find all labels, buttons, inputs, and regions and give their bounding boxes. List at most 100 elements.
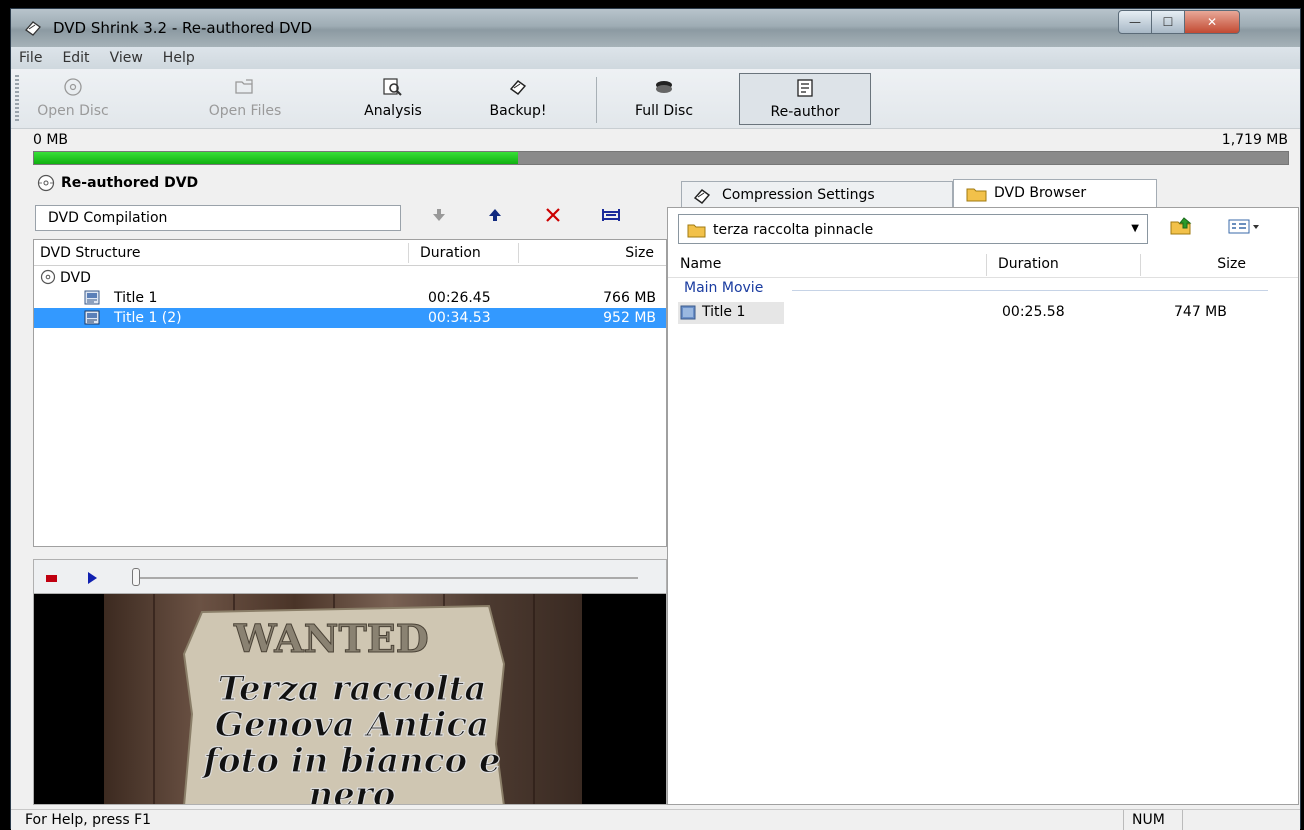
tab-dvd-browser-label: DVD Browser — [994, 185, 1087, 201]
toolbar-separator — [596, 77, 597, 123]
folder-icon — [966, 186, 988, 206]
video-preview: WANTED Terza raccolta Genova Antica foto… — [33, 593, 667, 805]
folder-dropdown-value: terza raccolta pinnacle — [713, 222, 874, 238]
window-title: DVD Shrink 3.2 - Re-authored DVD — [53, 19, 313, 37]
folder-dropdown[interactable]: terza raccolta pinnacle ▼ — [678, 214, 1148, 244]
panel-title: Re-authored DVD — [61, 175, 199, 191]
backup-icon — [477, 77, 559, 101]
wanted-sign-text: WANTED — [233, 616, 429, 661]
row-name: Title 1 — [114, 290, 158, 306]
group-header-main-movie: Main Movie — [684, 280, 764, 296]
re-authored-panel: Re-authored DVD DVD Compilation DVD Stru… — [33, 169, 667, 805]
compilation-name-field[interactable]: DVD Compilation — [35, 205, 401, 231]
dvd-shrink-app-icon — [25, 21, 41, 36]
tab-compression-settings[interactable]: Compression Settings — [681, 181, 953, 209]
col-duration[interactable]: Duration — [998, 256, 1059, 272]
disc-icon — [33, 77, 113, 101]
col-dvd-structure[interactable]: DVD Structure — [40, 245, 140, 261]
size-min-label: 0 MB — [33, 132, 69, 148]
compression-icon — [692, 187, 714, 209]
dvd-structure-list[interactable]: DVD Structure Duration Size DVD Title 1 … — [33, 239, 667, 547]
status-bar: For Help, press F1 NUM — [11, 809, 1300, 830]
status-message: For Help, press F1 — [25, 812, 152, 828]
tab-compression-label: Compression Settings — [722, 187, 875, 203]
dvd-structure-header: DVD Structure Duration Size — [34, 240, 666, 266]
folder-icon — [687, 221, 707, 243]
col-name[interactable]: Name — [680, 256, 721, 272]
arrow-up-icon — [488, 207, 502, 228]
toolbar-grip[interactable] — [15, 75, 19, 123]
col-size[interactable]: Size — [1217, 256, 1246, 272]
seek-track[interactable] — [138, 577, 638, 579]
open-files-label: Open Files — [208, 103, 282, 119]
dropdown-arrow-icon: ▼ — [1131, 223, 1139, 234]
maximize-button[interactable]: ☐ — [1151, 10, 1185, 34]
backup-button[interactable]: Backup! — [477, 73, 559, 125]
close-button[interactable]: ✕ — [1184, 10, 1240, 34]
open-disc-button[interactable]: Open Disc — [33, 73, 113, 125]
tree-root-dvd[interactable]: DVD — [34, 268, 666, 288]
num-lock-indicator: NUM — [1123, 810, 1183, 830]
move-up-button[interactable] — [483, 207, 507, 228]
browser-list[interactable]: terza raccolta pinnacle ▼ Name Duration … — [667, 207, 1299, 805]
size-max-label: 1,719 MB — [1221, 132, 1288, 148]
row-name: Title 1 (2) — [114, 310, 182, 326]
analysis-label: Analysis — [364, 103, 422, 119]
title-bar[interactable]: DVD Shrink 3.2 - Re-authored DVD — ☐ ✕ — [11, 9, 1300, 47]
edit-title-button[interactable] — [599, 207, 623, 228]
menu-help[interactable]: Help — [163, 50, 195, 66]
table-row[interactable]: Title 1 00:25.58 747 MB — [668, 302, 1298, 324]
title-icon — [84, 310, 100, 329]
group-divider — [792, 290, 1268, 291]
delete-x-icon — [545, 207, 561, 228]
browser-column-header: Name Duration Size — [668, 252, 1298, 278]
backup-label: Backup! — [489, 103, 547, 119]
table-row[interactable]: Title 1 00:26.45 766 MB — [34, 288, 666, 308]
dvd-root-icon — [40, 269, 56, 289]
player-controls — [33, 559, 667, 593]
size-bar: 0 MB 1,719 MB — [11, 129, 1300, 151]
open-disc-label: Open Disc — [37, 103, 109, 119]
menu-bar: File Edit View Help — [11, 47, 1300, 69]
edit-range-icon — [601, 207, 621, 228]
video-caption-line-2: Genova Antica — [215, 705, 489, 745]
menu-view[interactable]: View — [110, 50, 143, 66]
row-name: Title 1 — [702, 304, 746, 320]
delete-title-button[interactable] — [541, 207, 565, 228]
table-row-selected[interactable]: Title 1 (2) 00:34.53 952 MB — [34, 308, 666, 328]
move-down-button[interactable] — [427, 207, 451, 228]
full-disc-icon — [619, 77, 709, 101]
col-duration[interactable]: Duration — [420, 245, 481, 261]
re-author-button[interactable]: Re-author — [739, 73, 871, 125]
tab-dvd-browser[interactable]: DVD Browser — [953, 179, 1157, 209]
arrow-down-icon — [432, 207, 446, 228]
panel-header: Re-authored DVD — [33, 169, 667, 197]
play-icon[interactable] — [88, 572, 97, 584]
toolbar: Open Disc Open Files Analysis Backup! Fu… — [11, 69, 1300, 129]
analysis-button[interactable]: Analysis — [353, 73, 433, 125]
open-folder-icon — [199, 77, 291, 101]
dvd-icon — [37, 174, 55, 196]
open-files-button[interactable]: Open Files — [199, 73, 291, 125]
col-size[interactable]: Size — [625, 245, 654, 261]
stop-icon[interactable] — [46, 575, 57, 582]
row-size: 747 MB — [1174, 304, 1227, 320]
up-folder-icon[interactable] — [1170, 216, 1194, 241]
row-duration: 00:26.45 — [428, 290, 491, 306]
full-disc-label: Full Disc — [634, 103, 694, 119]
disc-size-progress — [33, 151, 1289, 165]
view-options-icon[interactable] — [1228, 216, 1262, 241]
menu-edit[interactable]: Edit — [62, 50, 89, 66]
full-disc-button[interactable]: Full Disc — [619, 73, 709, 125]
menu-file[interactable]: File — [19, 50, 42, 66]
minimize-button[interactable]: — — [1118, 10, 1152, 34]
video-caption-line-1: Terza raccolta — [218, 669, 487, 709]
video-frame: WANTED Terza raccolta Genova Antica foto… — [34, 594, 666, 805]
row-duration: 00:25.58 — [1002, 304, 1065, 320]
row-size: 766 MB — [603, 290, 656, 306]
re-author-label: Re-author — [770, 104, 840, 120]
seek-slider-thumb[interactable] — [132, 568, 140, 586]
row-duration: 00:34.53 — [428, 310, 491, 326]
disc-size-progress-fill — [34, 152, 519, 164]
video-caption-line-4: nero — [309, 775, 396, 805]
